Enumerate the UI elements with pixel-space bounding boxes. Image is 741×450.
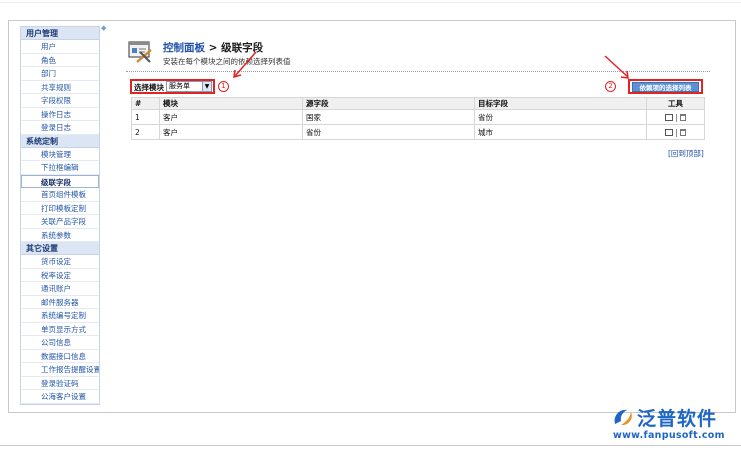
col-index: # [131, 97, 160, 110]
sidebar-item-operation-log[interactable]: 操作日志 [21, 108, 99, 121]
sidebar-item-field-permissions[interactable]: 字段权限 [21, 94, 99, 108]
row-index: 1 [131, 109, 160, 125]
sidebar-item-currency[interactable]: 货币设定 [21, 255, 99, 269]
sidebar-item-sharing-rules[interactable]: 共享规则 [21, 81, 99, 94]
edit-icon[interactable] [665, 114, 674, 121]
col-target-field: 目标字段 [474, 97, 647, 110]
sidebar-item-comm-account[interactable]: 通讯账户 [21, 282, 99, 296]
edit-icon[interactable] [665, 129, 674, 136]
sidebar-item-module-management[interactable]: 模块管理 [21, 148, 99, 161]
row-module: 客户 [159, 109, 303, 125]
sidebar-item-report-reminder[interactable]: 工作报告提醒设置 [21, 363, 99, 377]
sidebar-group-other-settings: 其它设置 [21, 242, 99, 255]
module-select-label: 选择模块 [134, 83, 164, 92]
sidebar-item-numbering[interactable]: 系统编号定制 [21, 309, 99, 323]
row-tools: | [646, 124, 705, 140]
sidebar-item-data-interface[interactable]: 数据接口信息 [21, 350, 99, 363]
control-panel-icon [128, 41, 152, 63]
row-source-field: 国家 [302, 109, 475, 125]
sidebar-item-home-widget-templates[interactable]: 首页组件模板 [21, 188, 99, 202]
brand-url: www.fanpusoft.com [613, 430, 725, 441]
settings-sidebar: 用户管理 用户 角色 部门 共享规则 字段权限 操作日志 登录日志 系统定制 模… [20, 26, 100, 405]
tool-separator: | [675, 112, 678, 122]
tool-separator: | [675, 127, 678, 137]
annotation-badge-2: 2 [605, 81, 616, 92]
back-to-top-link[interactable]: [回到顶部] [668, 148, 704, 159]
module-select[interactable]: 服务单 ▼ [166, 81, 212, 92]
dependency-picklist-button[interactable]: 依赖项的选择列表 [632, 82, 699, 92]
content-frame [8, 20, 736, 413]
sidebar-item-public-customers[interactable]: 公海客户设置 [21, 390, 99, 404]
breadcrumb-control-panel[interactable]: 控制面板 [163, 42, 205, 54]
row-tools: | [646, 109, 705, 125]
breadcrumb-current: 级联字段 [221, 42, 264, 54]
page-subtitle: 安装在每个模块之间的依赖选择列表值 [163, 57, 291, 66]
sidebar-item-mail-server[interactable]: 邮件服务器 [21, 296, 99, 309]
row-module: 客户 [159, 124, 303, 140]
row-target-field: 城市 [474, 124, 647, 140]
col-tools: 工具 [646, 97, 705, 110]
sidebar-item-dropdown-edit[interactable]: 下拉框编辑 [21, 161, 99, 175]
sidebar-item-system-params[interactable]: 系统参数 [21, 229, 99, 242]
sidebar-item-single-page-display[interactable]: 单页显示方式 [21, 323, 99, 336]
header-divider [126, 71, 710, 72]
chevron-down-icon: ▼ [202, 82, 211, 91]
fanpu-logo-mark-icon [614, 409, 632, 426]
bottom-rule [0, 445, 741, 446]
sidebar-item-tax-rate[interactable]: 税率设定 [21, 269, 99, 282]
col-module: 模块 [159, 97, 303, 110]
brand-name: 泛普软件 [637, 408, 718, 430]
sidebar-item-departments[interactable]: 部门 [21, 67, 99, 81]
row-target-field: 省份 [474, 109, 647, 125]
table-row: 1 客户 国家 省份 | [131, 109, 705, 125]
sidebar-item-company-info[interactable]: 公司信息 [21, 336, 99, 350]
sidebar-group-system-customization: 系统定制 [21, 134, 99, 148]
col-source-field: 源字段 [302, 97, 475, 110]
sidebar-item-login-captcha[interactable]: 登录验证码 [21, 377, 99, 390]
module-select-value: 服务单 [169, 82, 190, 90]
sidebar-item-users[interactable]: 用户 [21, 40, 99, 54]
breadcrumb-separator: > [208, 42, 218, 54]
sidebar-item-login-log[interactable]: 登录日志 [21, 121, 99, 135]
collapse-sidebar-icon[interactable]: ◆ [101, 24, 106, 32]
table-header-row: # 模块 源字段 目标字段 工具 [131, 97, 705, 110]
delete-icon[interactable] [679, 129, 686, 136]
row-index: 2 [131, 124, 160, 140]
annotation-badge-1: 1 [218, 81, 229, 92]
sidebar-item-cascade-fields[interactable]: 级联字段 [21, 174, 99, 188]
cascade-fields-table: # 模块 源字段 目标字段 工具 1 客户 国家 省份 | 2 客户 省份 城市… [131, 97, 705, 140]
sidebar-group-user-management: 用户管理 [21, 27, 99, 40]
row-source-field: 省份 [302, 124, 475, 140]
top-rule [0, 2, 741, 3]
page-title: 控制面板 > 级联字段 [163, 40, 263, 55]
table-row: 2 客户 省份 城市 | [131, 124, 705, 140]
brand-logo: 泛普软件 www.fanpusoft.com [611, 404, 733, 444]
sidebar-item-print-template[interactable]: 打印模板定制 [21, 202, 99, 215]
sidebar-item-roles[interactable]: 角色 [21, 54, 99, 67]
delete-icon[interactable] [679, 114, 686, 121]
sidebar-item-related-product-fields[interactable]: 关联产品字段 [21, 215, 99, 229]
